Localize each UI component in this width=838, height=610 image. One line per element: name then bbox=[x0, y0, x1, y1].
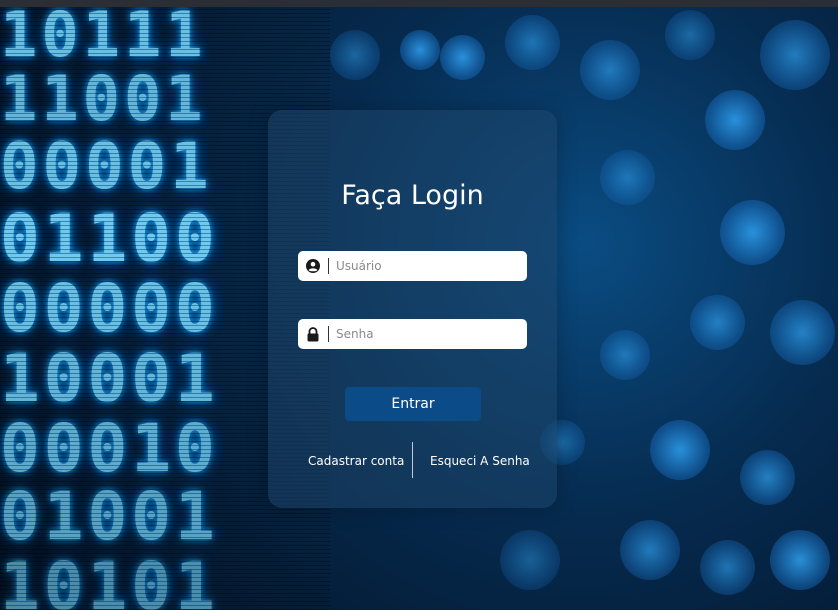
bokeh-light bbox=[770, 300, 835, 365]
bokeh-light bbox=[505, 15, 560, 70]
binary-row: 11001 bbox=[0, 62, 207, 135]
login-links: Cadastrar conta Esqueci A Senha bbox=[268, 442, 557, 480]
bokeh-light bbox=[770, 530, 830, 590]
links-divider bbox=[412, 442, 413, 478]
bokeh-light bbox=[600, 330, 650, 380]
bokeh-light bbox=[665, 10, 715, 60]
bokeh-light bbox=[650, 420, 710, 480]
binary-row: 10111 bbox=[0, 0, 207, 71]
bokeh-light bbox=[600, 150, 655, 205]
field-separator bbox=[328, 258, 329, 274]
password-input[interactable] bbox=[336, 327, 516, 341]
login-panel: Faça Login Entrar bbox=[268, 110, 557, 508]
binary-row: 10101 bbox=[0, 548, 219, 610]
bokeh-light bbox=[500, 530, 560, 590]
binary-row: 01001 bbox=[0, 478, 219, 555]
user-circle-icon bbox=[298, 251, 328, 281]
bokeh-light bbox=[760, 20, 830, 90]
login-title: Faça Login bbox=[341, 180, 484, 211]
bokeh-light bbox=[700, 540, 755, 595]
bokeh-light bbox=[400, 30, 440, 70]
binary-row: 00000 bbox=[0, 270, 219, 347]
field-separator bbox=[328, 326, 329, 342]
binary-row: 01100 bbox=[0, 200, 219, 277]
window-top-bar bbox=[0, 0, 838, 7]
binary-row: 00001 bbox=[0, 130, 213, 204]
register-link[interactable]: Cadastrar conta bbox=[308, 454, 404, 468]
bokeh-light bbox=[720, 200, 785, 265]
login-screen: 10111 11001 00001 01100 00000 10001 0001… bbox=[0, 0, 838, 610]
bokeh-light bbox=[440, 35, 485, 80]
login-button[interactable]: Entrar bbox=[345, 387, 481, 421]
bokeh-light bbox=[580, 40, 640, 100]
bokeh-light bbox=[330, 30, 380, 80]
binary-row: 00010 bbox=[0, 410, 219, 487]
bokeh-light bbox=[620, 520, 680, 580]
username-input[interactable] bbox=[336, 259, 516, 273]
password-field[interactable] bbox=[298, 319, 527, 349]
bokeh-light bbox=[690, 295, 745, 350]
lock-icon bbox=[298, 319, 328, 349]
forgot-password-link[interactable]: Esqueci A Senha bbox=[430, 454, 530, 468]
bokeh-light bbox=[705, 90, 765, 150]
bokeh-light bbox=[740, 450, 795, 505]
binary-row: 10001 bbox=[0, 340, 219, 417]
username-field[interactable] bbox=[298, 251, 527, 281]
